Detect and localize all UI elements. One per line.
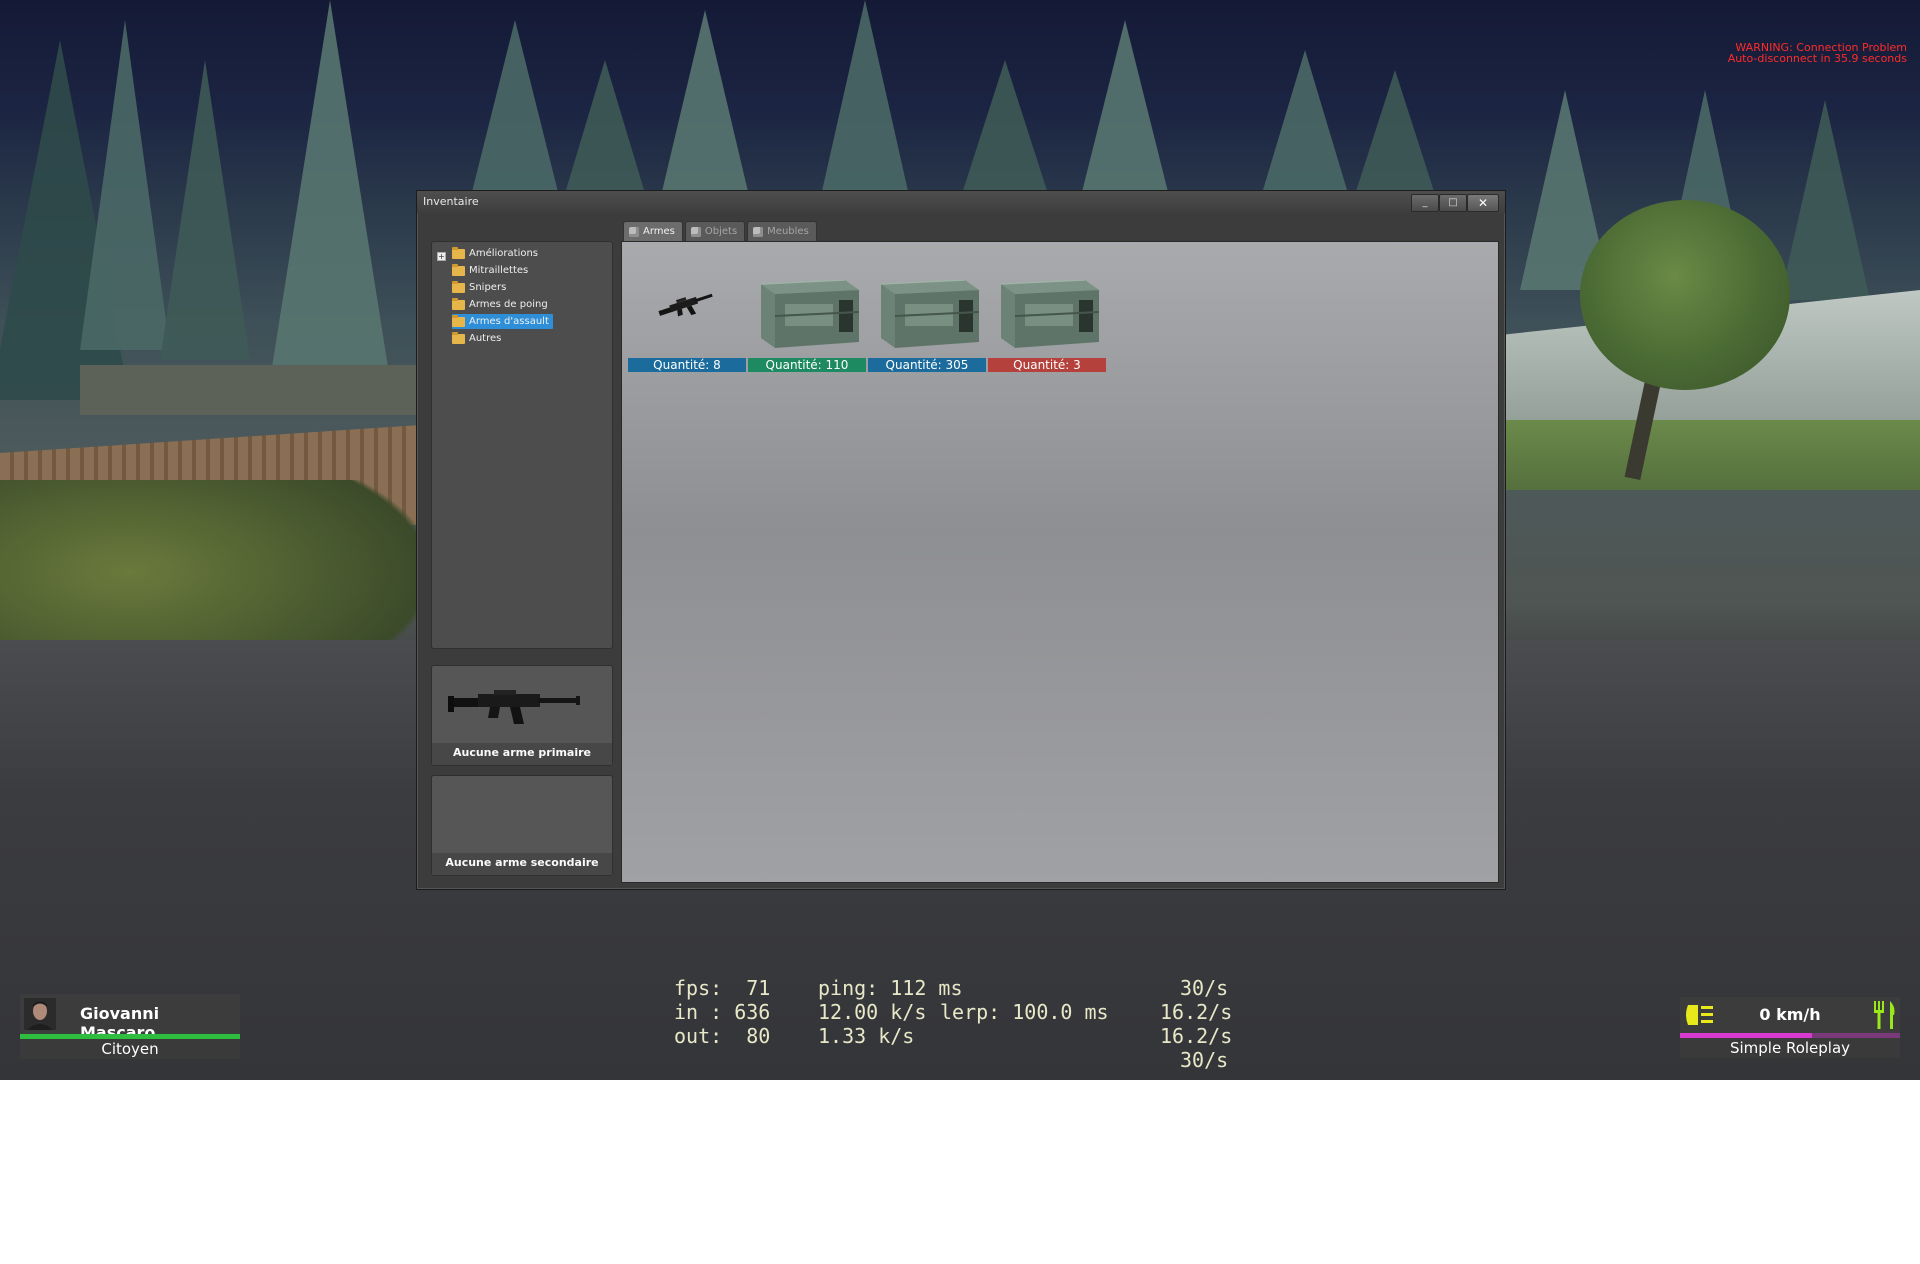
net-out: out: 80 bbox=[674, 1024, 771, 1048]
pine-tree bbox=[160, 60, 250, 360]
category-label: Snipers bbox=[469, 282, 507, 293]
folder-icon bbox=[452, 263, 465, 276]
fork-knife-icon bbox=[1874, 1001, 1895, 1029]
folder-icon bbox=[452, 314, 465, 327]
assault-rifle-icon bbox=[658, 293, 713, 317]
ammo-crate-icon bbox=[880, 279, 980, 348]
net-rate-2: 16.2/s bbox=[1160, 1000, 1233, 1024]
inventory-item[interactable]: Quantité: 3 bbox=[988, 262, 1106, 372]
window-title: Inventaire bbox=[423, 195, 479, 208]
pine-tree bbox=[560, 60, 650, 210]
job-bar: Citoyen bbox=[20, 1039, 240, 1059]
category-label: Autres bbox=[469, 333, 502, 344]
server-name: Simple Roleplay bbox=[1729, 1039, 1851, 1057]
tab-objets[interactable]: Objets bbox=[684, 221, 746, 241]
folder-icon bbox=[452, 280, 465, 293]
category-armes-d-assault[interactable]: Armes d'assault bbox=[452, 314, 553, 329]
tab-meubles[interactable]: Meubles bbox=[747, 221, 817, 241]
pine-tree bbox=[1080, 20, 1170, 200]
category-ameliorations[interactable]: Améliorations bbox=[452, 246, 542, 261]
category-armes-de-poing[interactable]: Armes de poing bbox=[452, 297, 552, 312]
tab-label: Meubles bbox=[767, 226, 809, 237]
net-rate-1: 30/s bbox=[1180, 976, 1229, 1000]
maximize-button[interactable]: □ bbox=[1439, 194, 1467, 212]
pine-tree bbox=[470, 20, 560, 200]
pine-tree bbox=[1260, 50, 1350, 200]
warning-line-2: Auto-disconnect in 35.9 seconds bbox=[1727, 52, 1907, 65]
folder-icon bbox=[452, 297, 465, 310]
expand-icon[interactable]: + bbox=[437, 252, 446, 261]
lawn bbox=[1500, 420, 1920, 490]
inventory-item[interactable]: Quantité: 8 bbox=[628, 262, 746, 372]
category-autres[interactable]: Autres bbox=[452, 331, 505, 346]
close-button[interactable]: ✕ bbox=[1467, 194, 1499, 212]
item-quantity: Quantité: 3 bbox=[988, 358, 1106, 372]
folder-icon bbox=[452, 246, 465, 259]
assault-rifle-icon bbox=[448, 690, 580, 724]
folder-icon bbox=[452, 331, 465, 344]
box-icon bbox=[690, 226, 701, 237]
inventory-item[interactable]: Quantité: 305 bbox=[868, 262, 986, 372]
primary-weapon-slot[interactable]: Aucune arme primaire bbox=[431, 665, 613, 766]
vehicle-hud: 0 km/h Simple Roleplay bbox=[1680, 997, 1900, 1059]
pine-tree bbox=[80, 20, 170, 350]
category-label: Mitraillettes bbox=[469, 265, 529, 276]
pine-tree bbox=[960, 60, 1050, 200]
net-out-rate: 1.33 k/s bbox=[818, 1024, 915, 1048]
tab-label: Objets bbox=[704, 226, 738, 237]
secondary-weapon-slot[interactable]: Aucune arme secondaire bbox=[431, 775, 613, 876]
speed-readout: 0 km/h bbox=[1759, 1005, 1821, 1024]
stone-wall bbox=[80, 365, 420, 415]
box-icon bbox=[629, 226, 639, 237]
player-face-icon bbox=[24, 998, 56, 1030]
avatar bbox=[24, 998, 56, 1030]
inventory-tabs: Armes Objets Meubles bbox=[623, 221, 817, 241]
player-name-bar: Giovanni Mascaro bbox=[20, 994, 240, 1042]
item-quantity: Quantité: 305 bbox=[868, 358, 986, 372]
net-fps: fps: 71 bbox=[674, 976, 771, 1000]
inventory-grid: Quantité: 8 Quantité: 110 Quantité: 305 … bbox=[621, 241, 1499, 883]
server-bar: Simple Roleplay bbox=[1680, 1038, 1900, 1058]
net-rate-4: 30/s bbox=[1180, 1048, 1229, 1072]
window-titlebar[interactable]: Inventaire _ □ ✕ bbox=[417, 191, 1505, 213]
category-mitraillettes[interactable]: Mitraillettes bbox=[452, 263, 532, 278]
pine-tree bbox=[820, 0, 910, 200]
item-quantity: Quantité: 8 bbox=[628, 358, 746, 372]
connection-warning: WARNING: Connection Problem Auto-disconn… bbox=[1728, 42, 1907, 64]
player-hud: Giovanni Mascaro Citoyen bbox=[20, 994, 240, 1059]
category-label: Améliorations bbox=[469, 248, 539, 259]
net-ping: ping: 112 ms bbox=[818, 976, 963, 1000]
pine-tree bbox=[270, 0, 390, 380]
ammo-crate-icon bbox=[1000, 279, 1100, 348]
net-in: in : 636 bbox=[674, 1000, 771, 1024]
category-tree: + Améliorations Mitraillettes Snipers Ar… bbox=[431, 241, 613, 649]
category-label: Armes d'assault bbox=[469, 316, 549, 327]
box-icon bbox=[753, 226, 764, 237]
speed-bar: 0 km/h bbox=[1680, 997, 1900, 1033]
category-label: Armes de poing bbox=[469, 299, 548, 310]
primary-slot-label: Aucune arme primaire bbox=[452, 746, 592, 759]
inventory-window: Inventaire _ □ ✕ + Améliorations Mitrail… bbox=[416, 190, 1506, 890]
net-lerp: lerp: 100.0 ms bbox=[940, 1000, 1109, 1024]
tab-label: Armes bbox=[643, 226, 675, 237]
ammo-crate-icon bbox=[760, 279, 860, 348]
tab-armes[interactable]: Armes bbox=[623, 221, 683, 241]
pine-tree bbox=[660, 10, 750, 200]
player-job: Citoyen bbox=[101, 1040, 159, 1058]
net-rate-3: 16.2/s bbox=[1160, 1024, 1233, 1048]
pine-tree bbox=[1780, 100, 1870, 300]
net-graph: fps: 71 ping: 112 ms 30/s in : 636 12.00… bbox=[674, 976, 1232, 1264]
item-quantity: Quantité: 110 bbox=[748, 358, 866, 372]
net-in-rate: 12.00 k/s bbox=[818, 1000, 927, 1024]
minimize-button[interactable]: _ bbox=[1411, 194, 1439, 212]
secondary-slot-label: Aucune arme secondaire bbox=[445, 856, 599, 869]
category-snipers[interactable]: Snipers bbox=[452, 280, 510, 295]
pine-tree bbox=[1350, 70, 1440, 210]
inventory-item[interactable]: Quantité: 110 bbox=[748, 262, 866, 372]
oak-tree bbox=[1580, 200, 1790, 390]
